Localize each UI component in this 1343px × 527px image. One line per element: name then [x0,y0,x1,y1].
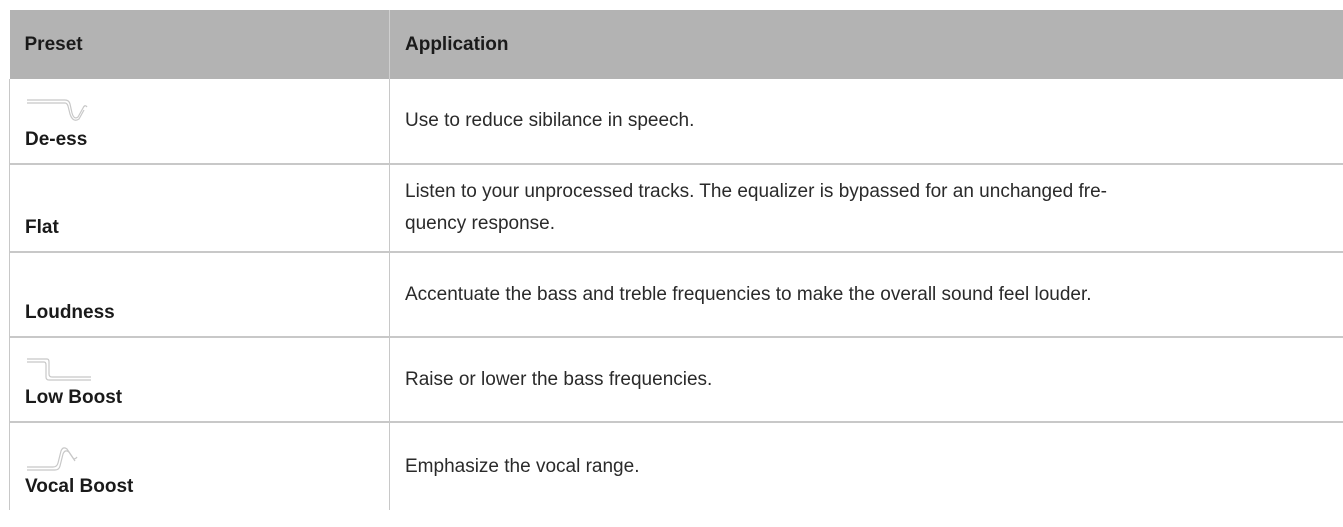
low-boost-curve-icon [25,353,95,383]
preset-name: Flat [25,217,59,238]
preset-table: Preset Application De-ess Use to reduce … [9,10,1343,510]
preset-cell: Flat [9,164,390,253]
application-text: Raise or lower the bass frequencies. [405,368,713,390]
table-row: Low Boost Raise or lower the bass freque… [9,337,1343,423]
table-row: Vocal Boost Emphasize the vocal range. [9,422,1343,510]
table-row: Flat Listen to your unprocessed tracks. … [9,164,1343,253]
application-text: Use to reduce sibilance in speech. [405,110,695,131]
application-cell: Use to reduce sibilance in speech. [389,79,1343,165]
column-header-preset: Preset [9,10,390,79]
table-row: Loudness Accentuate the bass and treble … [9,252,1343,338]
application-cell: Raise or lower the bass frequencies. [389,337,1343,423]
preset-table-container: Preset Application De-ess Use to reduce … [0,0,1343,527]
application-text: Emphasize the vocal range. [405,455,640,477]
table-header-row: Preset Application [9,10,1343,79]
de-ess-curve-icon [25,95,95,125]
application-text: Accentuate the bass and treble frequenci… [405,283,1092,305]
column-header-application: Application [389,10,1343,79]
preset-cell: Vocal Boost [9,422,390,510]
table-row: De-ess Use to reduce sibilance in speech… [9,79,1343,165]
application-text-line-1: Listen to your unprocessed tracks. The e… [405,181,1107,202]
preset-name: Loudness [25,302,115,323]
preset-name: Low Boost [25,387,123,408]
preset-cell: Low Boost [9,337,390,423]
application-cell: Accentuate the bass and treble frequenci… [389,252,1343,338]
application-cell: Emphasize the vocal range. [390,422,1343,510]
vocal-boost-curve-icon [25,442,95,472]
application-cell: Listen to your unprocessed tracks. The e… [389,164,1343,253]
preset-cell: De-ess [9,79,390,165]
preset-cell: Loudness [9,252,390,338]
preset-name: Vocal Boost [25,476,134,497]
preset-name: De-ess [25,129,88,150]
application-text-line-2: quency response. [405,213,555,234]
